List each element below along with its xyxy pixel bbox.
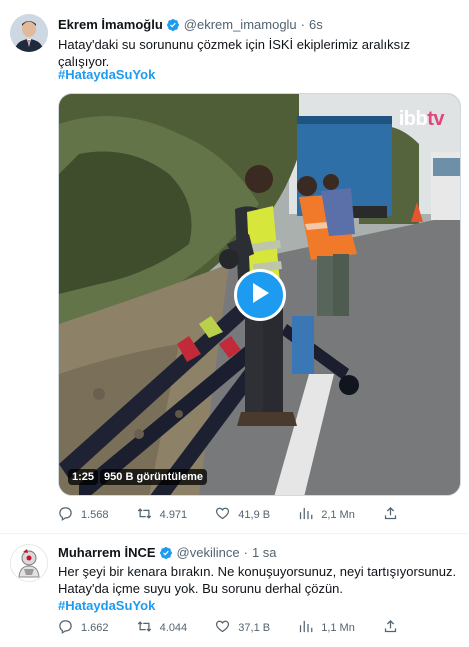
like-button[interactable]: 41,9 B xyxy=(215,506,270,524)
tweet-time[interactable]: 1 sa xyxy=(252,545,277,560)
reply-count: 1.568 xyxy=(81,509,109,521)
views-count: 2,1 Mn xyxy=(321,509,355,521)
author-handle[interactable]: @vekilince xyxy=(177,545,240,560)
avatar[interactable] xyxy=(10,544,48,582)
video-info-badge: 1:25 950 B görüntüleme xyxy=(68,469,208,485)
retweet-icon xyxy=(137,506,152,524)
views-icon xyxy=(298,619,313,637)
play-icon xyxy=(250,282,270,309)
author-handle[interactable]: @ekrem_imamoglu xyxy=(184,17,297,32)
separator-dot: · xyxy=(243,545,248,560)
tweet-text: Her şeyi bir kenara bırakın. Ne konuşuyo… xyxy=(58,563,458,614)
reply-icon xyxy=(58,619,73,637)
verified-badge-icon xyxy=(159,546,173,560)
author-name[interactable]: Ekrem İmamoğlu xyxy=(58,17,163,32)
tweet-text-line-2: Hatay'da içme suyu yok. Bu sorunu derhal… xyxy=(58,581,344,596)
tweet-header: Ekrem İmamoğlu @ekrem_imamoglu · 6s xyxy=(58,17,323,32)
tweet-actions: 1.662 4.044 37,1 B 1,1 Mn xyxy=(58,619,398,637)
video-duration: 1:25 xyxy=(68,469,99,485)
retweet-button[interactable]: 4.971 xyxy=(137,506,188,524)
views-button[interactable]: 2,1 Mn xyxy=(298,506,355,524)
logo-ibb-text: ibb xyxy=(398,108,428,130)
hashtag-link[interactable]: #HataydaSuYok xyxy=(58,67,155,82)
like-button[interactable]: 37,1 B xyxy=(215,619,270,637)
tweet-actions: 1.568 4.971 41,9 B 2,1 Mn xyxy=(58,506,398,524)
tweet-text: Hatay'daki su sorununu çözmek için İSKİ … xyxy=(58,37,411,69)
share-button[interactable] xyxy=(383,506,398,524)
retweet-icon xyxy=(137,619,152,637)
views-count: 1,1 Mn xyxy=(321,622,355,634)
avatar[interactable] xyxy=(10,14,48,52)
ibbtv-logo: ibbtv xyxy=(398,108,445,131)
verified-badge-icon xyxy=(166,18,180,32)
share-icon xyxy=(383,506,398,524)
reply-button[interactable]: 1.662 xyxy=(58,619,109,637)
like-icon xyxy=(215,506,230,524)
video-player[interactable]: ibbtv 1:25 950 B görüntüleme xyxy=(58,93,461,496)
views-icon xyxy=(298,506,313,524)
retweet-button[interactable]: 4.044 xyxy=(137,619,188,637)
reply-count: 1.662 xyxy=(81,622,109,634)
reply-icon xyxy=(58,506,73,524)
views-button[interactable]: 1,1 Mn xyxy=(298,619,355,637)
like-count: 41,9 B xyxy=(238,509,271,521)
hashtag-link[interactable]: #HataydaSuYok xyxy=(58,597,458,614)
tweet-header: Muharrem İNCE @vekilince · 1 sa xyxy=(58,545,277,560)
share-button[interactable] xyxy=(383,619,398,637)
share-icon xyxy=(383,619,398,637)
author-name[interactable]: Muharrem İNCE xyxy=(58,545,156,560)
retweet-count: 4.044 xyxy=(159,622,188,634)
retweet-count: 4.971 xyxy=(159,509,188,521)
video-views: 950 B görüntüleme xyxy=(100,469,208,485)
reply-button[interactable]: 1.568 xyxy=(58,506,109,524)
tweet-text-line-1: Her şeyi bir kenara bırakın. Ne konuşuyo… xyxy=(58,564,457,579)
tweet-time[interactable]: 6s xyxy=(309,17,323,32)
like-icon xyxy=(215,619,230,637)
play-button[interactable] xyxy=(234,269,286,321)
separator-dot: · xyxy=(300,17,306,32)
logo-tv-text: tv xyxy=(427,108,444,130)
like-count: 37,1 B xyxy=(238,622,271,634)
